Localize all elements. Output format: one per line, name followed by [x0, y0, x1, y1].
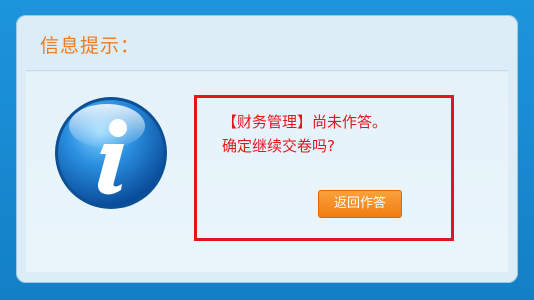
info-icon: [52, 94, 170, 212]
message-line-2: 确定继续交卷吗?: [222, 137, 335, 155]
dialog-message: 【财务管理】尚未作答。 确定继续交卷吗?: [222, 110, 387, 158]
return-to-answer-button[interactable]: 返回作答: [318, 190, 402, 218]
dialog-frame: 信息提示： 【财务管理】尚未作答。 确定继续交卷吗? 返回作答: [0, 0, 534, 300]
title-divider: [26, 70, 508, 71]
message-line-1: 【财务管理】尚未作答。: [222, 113, 388, 131]
dialog-title: 信息提示：: [40, 35, 141, 57]
